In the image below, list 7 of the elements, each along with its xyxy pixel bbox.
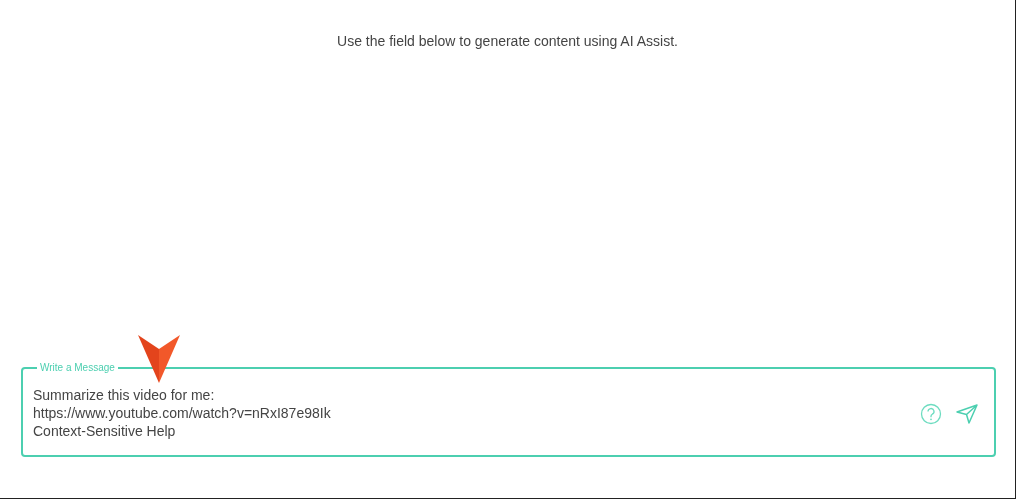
pointer-icon xyxy=(138,335,180,383)
help-icon[interactable] xyxy=(920,403,942,425)
instruction-text: Use the field below to generate content using AI Assist. xyxy=(337,33,678,51)
field-label: Write a Message xyxy=(39,362,116,373)
message-text: Summarize this video for me: https://www.youtube.com/watch?v=nRxI87e98Ik Context-Sensitive Help xyxy=(33,386,332,440)
message-field[interactable]: Write a Message Summarize this video for me: https://www.youtube.com/watch?v=nRxI87e98Ik Context-Sensitive Help xyxy=(21,362,996,457)
send-icon[interactable] xyxy=(956,404,978,424)
